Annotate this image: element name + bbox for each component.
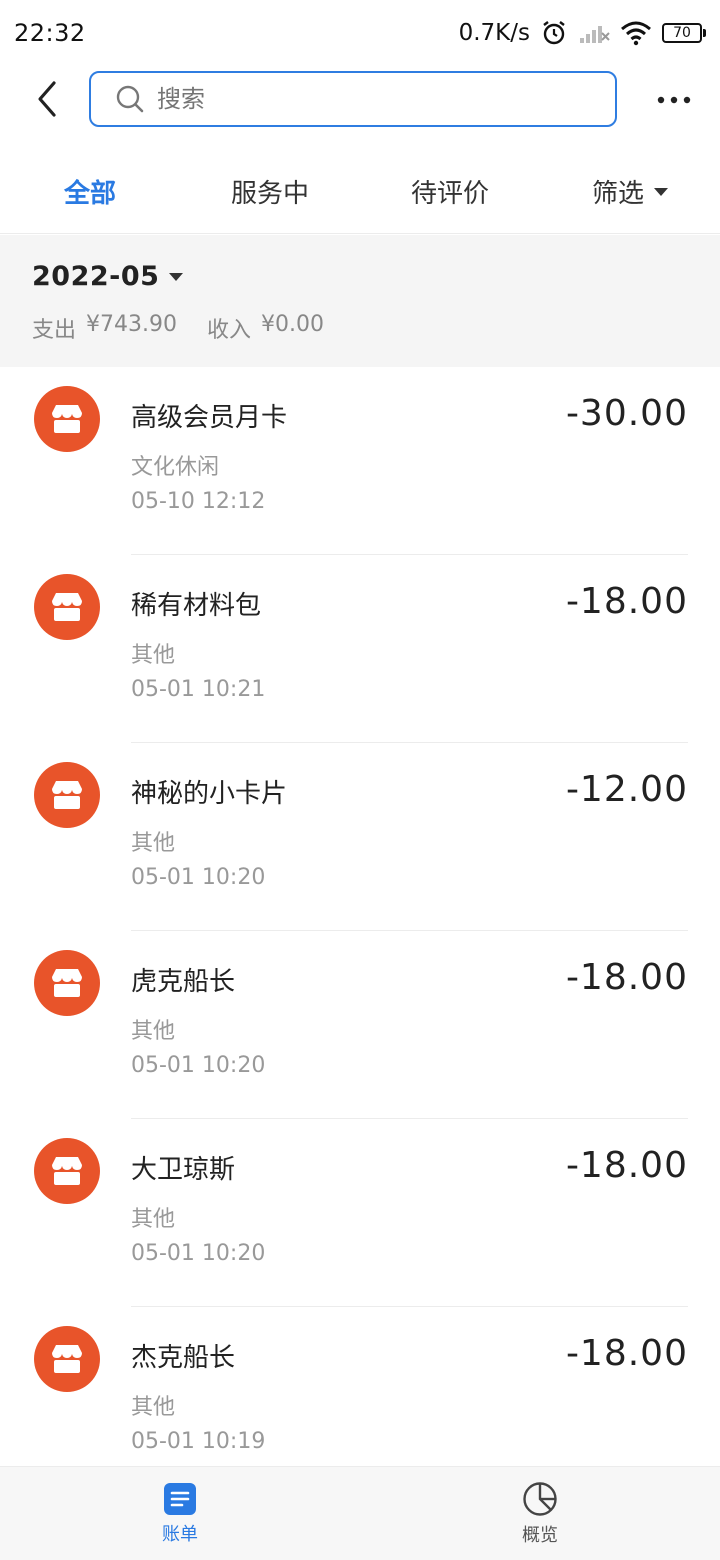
transaction-time: 05-01 10:21 [131,677,266,702]
tab-filter[interactable]: 筛选 [540,150,720,233]
income-label: 收入 [207,318,252,343]
transaction-amount: -18.00 [565,1145,688,1186]
tab-label: 筛选 [591,179,644,209]
transaction-amount: -18.00 [565,957,688,998]
transaction-title: 稀有材料包 [131,591,262,621]
transaction-time: 05-01 10:20 [131,865,266,890]
month-label: 2022-05 [32,261,160,292]
store-icon [34,950,100,1016]
income-total: 收入 ¥0.00 [207,312,324,344]
transaction-category: 其他 [131,1207,176,1232]
more-icon [657,96,691,104]
store-icon [34,1326,100,1392]
transaction-category: 其他 [131,831,176,856]
top-bar [0,66,720,136]
tab-label: 待评价 [410,179,489,209]
wifi-icon [620,20,652,46]
transaction-category: 其他 [131,1395,176,1420]
month-selector[interactable]: 2022-05 [32,261,688,292]
transaction-amount: -12.00 [565,769,688,810]
tab-in-service[interactable]: 服务中 [180,150,360,233]
battery-tip [703,29,706,37]
transaction-amount: -18.00 [565,1333,688,1374]
tab-bar: 全部 服务中 待评价 筛选 [0,150,720,234]
tab-label: 服务中 [230,179,309,209]
alarm-icon [540,19,568,47]
store-icon [34,386,100,452]
search-input[interactable] [157,85,557,113]
transaction-item[interactable]: 高级会员月卡 文化休闲 05-10 12:12 -30.00 [0,367,720,555]
nav-label: 账单 [162,1523,198,1545]
back-arrow-icon [38,81,56,117]
transaction-item[interactable]: 杰克船长 其他 05-01 10:19 -18.00 [0,1307,720,1466]
back-button[interactable] [24,76,70,122]
transaction-amount: -18.00 [565,581,688,622]
nav-bill[interactable]: 账单 [0,1467,360,1560]
bill-icon [164,1482,196,1515]
transaction-time: 05-01 10:19 [131,1429,266,1454]
search-box[interactable] [89,71,617,127]
nav-overview[interactable]: 概览 [360,1467,720,1560]
battery-level: 70 [662,23,702,43]
transaction-category: 其他 [131,1019,176,1044]
tab-label: 全部 [63,179,116,209]
transaction-time: 05-10 12:12 [131,489,266,514]
transaction-title: 高级会员月卡 [131,403,288,433]
transaction-time: 05-01 10:20 [131,1053,266,1078]
transaction-title: 杰克船长 [131,1343,236,1373]
caret-down-icon [169,272,184,281]
transaction-item[interactable]: 大卫琼斯 其他 05-01 10:20 -18.00 [0,1119,720,1307]
store-icon [34,1138,100,1204]
transaction-time: 05-01 10:20 [131,1241,266,1266]
nav-label: 概览 [522,1524,558,1546]
transaction-amount: -30.00 [565,393,688,434]
transaction-title: 虎克船长 [131,967,236,997]
tab-all[interactable]: 全部 [0,150,180,233]
battery-icon: 70 [662,23,706,43]
store-icon [34,762,100,828]
month-summary: 2022-05 支出 ¥743.90 收入 ¥0.00 [0,235,720,367]
store-icon [34,574,100,640]
signal-icon [578,21,610,45]
search-icon [115,84,145,114]
status-right: 0.7K/s 70 [459,19,706,47]
bottom-nav: 账单 概览 [0,1466,720,1560]
transaction-item[interactable]: 虎克船长 其他 05-01 10:20 -18.00 [0,931,720,1119]
expense-total: 支出 ¥743.90 [32,312,177,344]
transaction-category: 其他 [131,643,176,668]
transaction-item[interactable]: 神秘的小卡片 其他 05-01 10:20 -12.00 [0,743,720,931]
pie-chart-icon [523,1481,557,1516]
transaction-item[interactable]: 稀有材料包 其他 05-01 10:21 -18.00 [0,555,720,743]
transaction-list: 高级会员月卡 文化休闲 05-10 12:12 -30.00 稀有材料包 其他 … [0,367,720,1466]
transaction-title: 大卫琼斯 [131,1155,236,1185]
caret-down-icon [654,187,668,196]
expense-value: ¥743.90 [86,312,177,337]
income-value: ¥0.00 [261,312,324,337]
network-speed: 0.7K/s [458,20,530,46]
status-time: 22:32 [14,19,86,47]
totals-row: 支出 ¥743.90 收入 ¥0.00 [32,312,688,344]
transaction-title: 神秘的小卡片 [131,779,288,809]
transaction-category: 文化休闲 [131,455,220,480]
status-bar: 22:32 0.7K/s 70 [0,0,720,66]
tab-to-review[interactable]: 待评价 [360,150,540,233]
more-button[interactable] [652,80,696,120]
expense-label: 支出 [32,318,77,343]
